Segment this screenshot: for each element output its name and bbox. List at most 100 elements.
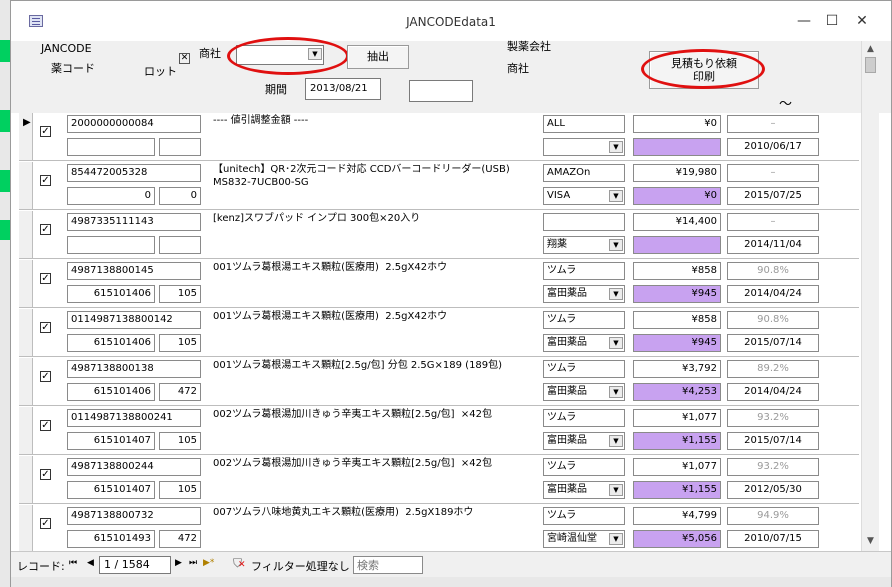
price-field[interactable]: ¥858 <box>633 311 721 329</box>
date-to-field[interactable] <box>409 80 473 102</box>
price-field[interactable]: ¥3,792 <box>633 360 721 378</box>
maker-field[interactable]: ツムラ <box>543 311 625 329</box>
lot-field[interactable]: 105 <box>159 334 201 352</box>
jan-field[interactable]: 4987138800138 <box>67 360 201 378</box>
vendor-combo[interactable]: 宮崎温仙堂 ▼ <box>543 530 625 548</box>
record-checkbox[interactable]: ✓ <box>40 469 51 480</box>
prev-record-button[interactable]: ◀ <box>87 558 94 568</box>
vertical-scrollbar[interactable]: ▲ ▼ <box>861 41 879 551</box>
chevron-down-icon[interactable]: ▼ <box>609 435 623 447</box>
extract-button[interactable]: 抽出 <box>347 45 409 69</box>
vendor-combo[interactable]: 富田薬品 ▼ <box>543 432 625 450</box>
scroll-down-icon[interactable]: ▼ <box>864 535 877 548</box>
scroll-up-icon[interactable]: ▲ <box>864 43 877 56</box>
yakucode-field[interactable] <box>67 236 155 254</box>
scroll-thumb[interactable] <box>865 57 876 73</box>
next-record-button[interactable]: ▶ <box>175 558 182 568</box>
maker-field[interactable]: ツムラ <box>543 360 625 378</box>
vendor-price-field[interactable]: ¥1,155 <box>633 481 721 499</box>
record-row[interactable]: ▶ ✓ 2000000000084 ---- 値引調整金額 ---- ALL ▼ ¥0– 20… <box>19 113 859 161</box>
chevron-down-icon[interactable]: ▼ <box>609 288 623 300</box>
vendor-price-field[interactable]: ¥0 <box>633 187 721 205</box>
funnel-icon[interactable]: ⛉✕ <box>233 556 246 571</box>
date-field[interactable]: 2014/04/24 <box>727 285 819 303</box>
chevron-down-icon[interactable]: ▼ <box>609 141 623 153</box>
record-checkbox[interactable]: ✓ <box>40 273 51 284</box>
record-row[interactable]: ✓ 4987138800732 615101493 472 007ツムラ八味地黄丸エキス… <box>19 505 859 551</box>
lot-field[interactable]: 105 <box>159 481 201 499</box>
vendor-price-field[interactable]: ¥5,056 <box>633 530 721 548</box>
maker-field[interactable]: ALL <box>543 115 625 133</box>
record-selector[interactable] <box>19 505 33 551</box>
jan-field[interactable]: 0114987138800142 <box>67 311 201 329</box>
record-selector[interactable] <box>19 358 33 405</box>
chevron-down-icon[interactable]: ▼ <box>609 484 623 496</box>
record-checkbox[interactable]: ✓ <box>40 175 51 186</box>
record-checkbox[interactable]: ✓ <box>40 371 51 382</box>
vendor-combo[interactable]: 富田薬品 ▼ <box>543 334 625 352</box>
form-icon[interactable] <box>29 15 43 27</box>
last-record-button[interactable]: ⏭ <box>189 558 197 568</box>
chevron-down-icon[interactable]: ▼ <box>609 190 623 202</box>
date-field[interactable]: 2010/06/17 <box>727 138 819 156</box>
new-record-button[interactable]: ▶* <box>203 558 214 568</box>
jan-field[interactable]: 0114987138800241 <box>67 409 201 427</box>
price-field[interactable]: ¥4,799 <box>633 507 721 525</box>
record-checkbox[interactable]: ✓ <box>40 518 51 529</box>
chevron-down-icon[interactable]: ▼ <box>609 533 623 545</box>
record-row[interactable]: ✓ 4987138800145 615101406 105 001ツムラ葛根湯エキス顆粒… <box>19 260 859 308</box>
record-selector[interactable] <box>19 260 33 307</box>
jan-field[interactable]: 2000000000084 <box>67 115 201 133</box>
record-checkbox[interactable]: ✓ <box>40 420 51 431</box>
maker-field[interactable] <box>543 213 625 231</box>
maker-field[interactable]: ツムラ <box>543 507 625 525</box>
date-field[interactable]: 2012/05/30 <box>727 481 819 499</box>
yakucode-field[interactable]: 615101407 <box>67 432 155 450</box>
chevron-down-icon[interactable]: ▼ <box>609 386 623 398</box>
price-field[interactable]: ¥1,077 <box>633 458 721 476</box>
record-row[interactable]: ✓ 0114987138800241 615101407 105 002ツムラ葛根湯加川… <box>19 407 859 455</box>
date-field[interactable]: 2015/07/14 <box>727 432 819 450</box>
vendor-combo[interactable]: VISA ▼ <box>543 187 625 205</box>
lot-field[interactable]: 472 <box>159 383 201 401</box>
price-field[interactable]: ¥14,400 <box>633 213 721 231</box>
price-field[interactable]: ¥19,980 <box>633 164 721 182</box>
first-record-button[interactable]: ⏮ <box>69 558 77 568</box>
price-field[interactable]: ¥0 <box>633 115 721 133</box>
date-field[interactable]: 2010/07/15 <box>727 530 819 548</box>
record-checkbox[interactable]: ✓ <box>40 126 51 137</box>
price-field[interactable]: ¥1,077 <box>633 409 721 427</box>
vendor-price-field[interactable]: ¥945 <box>633 285 721 303</box>
jan-field[interactable]: 4987138800732 <box>67 507 201 525</box>
maximize-button[interactable]: ☐ <box>821 11 843 31</box>
maker-field[interactable]: ツムラ <box>543 262 625 280</box>
yakucode-field[interactable]: 615101407 <box>67 481 155 499</box>
date-field[interactable]: 2015/07/14 <box>727 334 819 352</box>
close-button[interactable]: ✕ <box>851 11 873 31</box>
filter-checkbox[interactable]: ✕ <box>179 53 190 64</box>
record-selector[interactable] <box>19 407 33 454</box>
date-from-field[interactable]: 2013/08/21 <box>305 78 381 100</box>
record-row[interactable]: ✓ 0114987138800142 615101406 105 001ツムラ葛根湯エキ… <box>19 309 859 357</box>
record-selector[interactable] <box>19 211 33 258</box>
yakucode-field[interactable]: 615101406 <box>67 383 155 401</box>
record-position-field[interactable]: 1 / 1584 <box>99 556 171 574</box>
vendor-combo[interactable]: 富田薬品 ▼ <box>543 285 625 303</box>
record-checkbox[interactable]: ✓ <box>40 224 51 235</box>
vendor-price-field[interactable] <box>633 138 721 156</box>
record-selector[interactable]: ▶ <box>19 113 33 160</box>
vendor-price-field[interactable]: ¥4,253 <box>633 383 721 401</box>
lot-field[interactable]: 105 <box>159 285 201 303</box>
date-field[interactable]: 2014/04/24 <box>727 383 819 401</box>
chevron-down-icon[interactable]: ▼ <box>609 337 623 349</box>
chevron-down-icon[interactable]: ▼ <box>609 239 623 251</box>
minimize-button[interactable]: — <box>793 11 815 31</box>
vendor-combo[interactable]: 富田薬品 ▼ <box>543 481 625 499</box>
vendor-combo[interactable]: 富田薬品 ▼ <box>543 383 625 401</box>
record-row[interactable]: ✓ 854472005328 0 0 【unitech】QR･2次元コード対応 CCDバ… <box>19 162 859 210</box>
maker-field[interactable]: ツムラ <box>543 458 625 476</box>
search-input[interactable] <box>353 556 423 574</box>
maker-field[interactable]: ツムラ <box>543 409 625 427</box>
date-field[interactable]: 2015/07/25 <box>727 187 819 205</box>
record-selector[interactable] <box>19 456 33 503</box>
